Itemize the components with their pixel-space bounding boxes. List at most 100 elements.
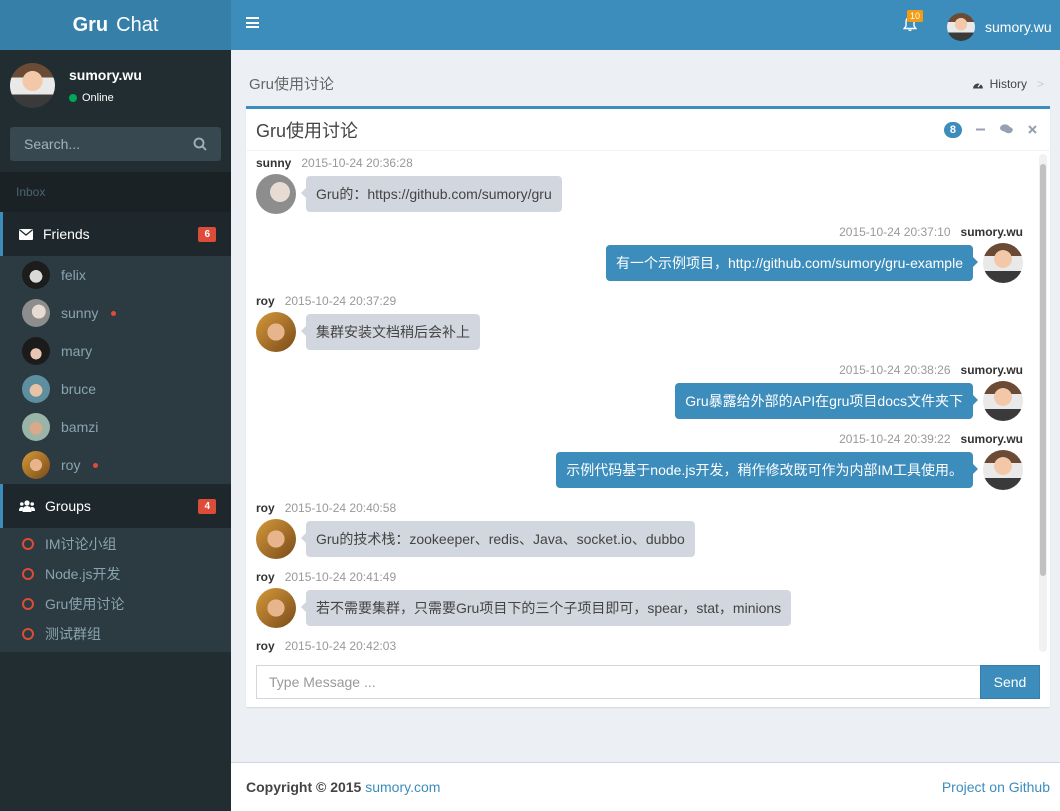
- message-time: 2015-10-24 20:36:28: [301, 156, 413, 170]
- friends-label: Friends: [43, 226, 90, 242]
- app-logo[interactable]: Gru Chat: [0, 0, 231, 50]
- message-bubble: 示例代码基于node.js开发，稍作修改既可作为内部IM工具使用。: [556, 452, 978, 488]
- history-link[interactable]: History: [990, 77, 1027, 91]
- friend-item-bruce[interactable]: bruce: [0, 370, 231, 408]
- inbox-header: Inbox: [0, 172, 231, 212]
- chat-message: roy 2015-10-24 20:40:58 Gru的技术栈：zookeeper…: [256, 501, 695, 559]
- user-avatar: [10, 62, 55, 108]
- top-navbar: 10 sumory.wu: [231, 0, 1060, 50]
- sender-avatar: [983, 243, 1023, 283]
- github-link[interactable]: Project on Github: [942, 779, 1050, 795]
- circle-icon: [22, 568, 34, 580]
- message-time: 2015-10-24 20:42:03: [284, 639, 397, 653]
- message-time: 2015-10-24 20:38:26: [839, 363, 951, 377]
- chat-title: Gru使用讨论: [256, 120, 359, 141]
- message-bubble: Gru暴露给外部的API在gru项目docs文件夹下: [675, 383, 978, 419]
- top-user-name: sumory.wu: [985, 19, 1052, 35]
- friends-list: felix sunny mary bruce bamzi roy: [0, 256, 231, 484]
- message-bubble: Gru的技术栈：zookeeper、redis、Java、socket.io、d…: [301, 521, 695, 557]
- scrollbar-thumb[interactable]: [1040, 164, 1046, 576]
- groups-count-badge: 4: [198, 498, 216, 514]
- comments-icon[interactable]: [998, 123, 1014, 137]
- message-bubble: Gru的：https://github.com/sumory/gru: [301, 176, 562, 212]
- circle-icon: [22, 538, 34, 550]
- minimize-icon[interactable]: [972, 123, 988, 137]
- friend-name: bruce: [61, 381, 97, 397]
- message-bubble: 集群安装文档稍后会补上: [301, 314, 480, 350]
- group-name: 测试群组: [45, 626, 101, 642]
- message-sender: roy: [256, 570, 275, 584]
- group-item[interactable]: IM讨论小组: [0, 529, 231, 559]
- sender-avatar: [256, 588, 296, 628]
- message-time: 2015-10-24 20:37:10: [839, 225, 951, 239]
- friend-name: bamzi: [61, 419, 99, 435]
- chat-message: roy 2015-10-24 20:37:29 集群安装文档稍后会补上: [256, 294, 480, 352]
- chat-box: Gru使用讨论 8 sunny 2015-10-24 20:36:28 Gru的：…: [246, 106, 1050, 707]
- user-status: Online: [69, 92, 142, 104]
- notification-badge: 10: [907, 10, 924, 22]
- message-count-badge: 8: [943, 121, 962, 138]
- friend-avatar: [22, 375, 50, 403]
- unread-dot-icon: [111, 310, 117, 316]
- message-sender: roy: [256, 501, 275, 515]
- group-name: Gru使用讨论: [45, 596, 125, 612]
- user-status-label: Online: [82, 91, 114, 104]
- groups-label: Groups: [45, 498, 91, 514]
- message-sender: sunny: [256, 156, 292, 170]
- chat-message: 2015-10-24 20:39:22 sumory.wu 示例代码基于node.…: [556, 432, 1023, 490]
- online-dot-icon: [69, 93, 77, 102]
- friend-item-bamzi[interactable]: bamzi: [0, 408, 231, 446]
- search-input[interactable]: [24, 136, 174, 152]
- friend-item-felix[interactable]: felix: [0, 256, 231, 294]
- user-menu[interactable]: sumory.wu: [947, 13, 1052, 41]
- logo-bold: Gru: [72, 13, 109, 36]
- message-sender: sumory.wu: [960, 432, 1023, 446]
- chat-message: sunny 2015-10-24 20:36:28 Gru的：https://gi…: [256, 156, 562, 214]
- group-item[interactable]: 测试群组: [0, 619, 231, 649]
- friend-item-roy[interactable]: roy: [0, 446, 231, 484]
- envelope-icon: [19, 228, 33, 240]
- footer-copyright: Copyright © 2015 sumory.com: [246, 779, 440, 795]
- circle-icon: [22, 628, 34, 640]
- message-time: 2015-10-24 20:40:58: [284, 501, 397, 515]
- chat-box-tools: 8: [943, 121, 1040, 138]
- sidebar-item-groups[interactable]: Groups 4: [0, 484, 231, 528]
- chat-message: 2015-10-24 20:37:10 sumory.wu 有一个示例项目，htt…: [606, 225, 1023, 283]
- circle-icon: [22, 598, 34, 610]
- close-icon[interactable]: [1024, 123, 1040, 137]
- message-sender: roy: [256, 639, 275, 653]
- group-name: Node.js开发: [45, 566, 121, 582]
- friend-item-mary[interactable]: mary: [0, 332, 231, 370]
- message-list[interactable]: sunny 2015-10-24 20:36:28 Gru的：https://gi…: [246, 154, 1049, 654]
- page-title: Gru使用讨论: [249, 76, 335, 93]
- message-time: 2015-10-24 20:41:49: [284, 570, 397, 584]
- content-header: Gru使用讨论 History >: [249, 73, 1044, 94]
- chat-message: 2015-10-24 20:38:26 sumory.wu Gru暴露给外部的AP…: [675, 363, 1023, 421]
- group-item[interactable]: Node.js开发: [0, 559, 231, 589]
- logo-light: Chat: [116, 13, 159, 36]
- menu-toggle-icon[interactable]: [246, 17, 259, 28]
- copyright-text: Copyright © 2015: [246, 779, 362, 795]
- sender-avatar: [983, 381, 1023, 421]
- dashboard-icon: [972, 82, 983, 88]
- message-time: 2015-10-24 20:39:22: [839, 432, 951, 446]
- brand-link[interactable]: sumory.com: [365, 779, 440, 795]
- message-sender: roy: [256, 294, 275, 308]
- user-name: sumory.wu: [69, 66, 142, 83]
- friend-item-sunny[interactable]: sunny: [0, 294, 231, 332]
- user-panel: sumory.wu Online: [0, 50, 231, 120]
- unread-dot-icon: [93, 462, 99, 468]
- sender-avatar: [256, 519, 296, 559]
- message-sender: sumory.wu: [960, 363, 1023, 377]
- friend-name: mary: [61, 343, 93, 359]
- breadcrumb-separator: >: [1036, 77, 1044, 91]
- send-button[interactable]: Send: [980, 665, 1040, 699]
- message-bubble: 若不需要集群，只需要Gru项目下的三个子项目即可，spear，stat，mini…: [300, 590, 792, 626]
- search-icon[interactable]: [193, 137, 207, 151]
- footer: Copyright © 2015 sumory.com Project on G…: [231, 762, 1060, 811]
- sidebar-item-friends[interactable]: Friends 6: [0, 212, 231, 256]
- message-input[interactable]: [256, 665, 980, 699]
- group-item[interactable]: Gru使用讨论: [0, 589, 231, 619]
- group-name: IM讨论小组: [45, 536, 117, 552]
- breadcrumb[interactable]: History >: [972, 74, 1044, 94]
